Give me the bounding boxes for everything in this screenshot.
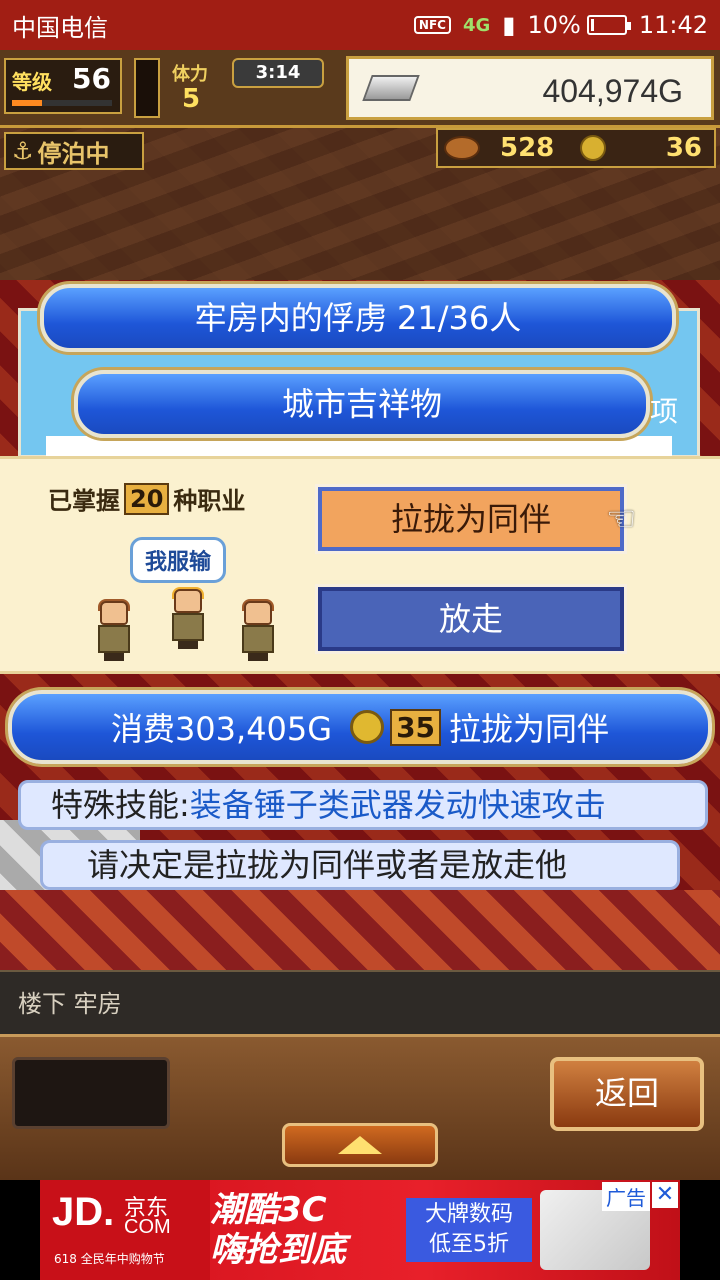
game-screen: 中国电信 NFC 4G ▮ 10% 11:42 等级 56 体力 5 3:14 …: [0, 0, 720, 1280]
location-bar: 楼下 牢房: [0, 970, 720, 1034]
top-hud: 等级 56 体力 5 3:14 404,974G: [0, 50, 720, 128]
jobs-suffix: 种职业: [173, 487, 246, 515]
money-box: 404,974G: [346, 56, 714, 120]
mascot-title: 城市吉祥物: [74, 370, 650, 438]
jd-logo-text: JD.: [52, 1190, 115, 1234]
cost-action-text: 拉拢为同伴: [449, 710, 610, 748]
release-button[interactable]: 放走: [315, 584, 627, 654]
empty-slot: [12, 1057, 170, 1129]
skill-label: 特殊技能:: [51, 786, 190, 824]
skill-value: 装备锤子类武器发动快速攻击: [189, 786, 606, 824]
experience-bar: [12, 100, 112, 106]
ad-slogan: 潮酷3C 嗨抢到底: [210, 1190, 390, 1270]
jobs-prefix: 已掌握: [48, 487, 120, 515]
stamina-value: 5: [182, 84, 201, 114]
ad-close-icon[interactable]: ✕: [652, 1182, 678, 1208]
experience-bar-fill: [12, 100, 42, 106]
ad-slogan-line-2: 嗨抢到底: [210, 1230, 346, 1270]
jd-logo: JD. 京东 COM 618 全民年中购物节: [40, 1180, 210, 1280]
bottom-panel: 返回: [0, 1034, 720, 1180]
docked-status: ⚓ 停泊中: [4, 132, 144, 170]
anchor-icon: ⚓: [12, 137, 34, 165]
panel-edge-text: 项: [650, 395, 679, 428]
food-count: 528: [500, 133, 555, 163]
battery-percent: 10%: [527, 11, 581, 39]
back-button[interactable]: 返回: [550, 1057, 704, 1131]
prison-title: 牢房内的俘虏 21/36人: [40, 284, 676, 352]
docked-label: 停泊中: [37, 139, 110, 168]
ad-tag: 广告: [602, 1182, 650, 1211]
network-indicator: 4G: [462, 14, 491, 36]
jd-logo-sub: 618 全民年中购物节: [54, 1252, 165, 1266]
pointing-hand-icon: ☜: [606, 499, 637, 539]
decision-prompt: 请决定是拉拢为同伴或者是放走他: [40, 840, 680, 890]
clock: 11:42: [638, 11, 708, 39]
stamina-label: 体力: [172, 64, 208, 85]
jobs-mastered: 已掌握 20 种职业: [48, 481, 245, 516]
cost-text: 消费303,405G: [110, 710, 333, 748]
ad-badge-line-2: 低至5折: [429, 1232, 509, 1257]
battery-icon: [586, 15, 631, 35]
decision-dialog: 已掌握 20 种职业 我服输 拉拢为同伴 ☜ 放走: [0, 456, 720, 674]
prisoner-sprite: [166, 587, 210, 649]
carrier-name: 中国电信: [12, 13, 108, 42]
speech-bubble: 我服输: [130, 537, 227, 583]
coin-cost: 35: [390, 708, 442, 746]
battery-level-fill: [590, 19, 594, 31]
stamina-timer: 3:14: [232, 58, 324, 88]
stamina-meter: [134, 58, 160, 118]
scroll-up-button[interactable]: [282, 1123, 438, 1167]
recruit-button[interactable]: 拉拢为同伴: [315, 484, 627, 554]
money-value: 404,974G: [542, 73, 683, 109]
ad-banner[interactable]: JD. 京东 COM 618 全民年中购物节 潮酷3C 嗨抢到底 大牌数码 低至…: [40, 1180, 680, 1280]
special-skill-line: 特殊技能:装备锤子类武器发动快速攻击: [18, 780, 708, 830]
signal-icon: ▮: [502, 11, 516, 39]
cabin-floor: [0, 890, 720, 970]
up-arrow-icon: [338, 1136, 382, 1154]
level-value: 56: [72, 62, 111, 95]
ad-badge: 大牌数码 低至5折: [406, 1198, 532, 1262]
medal-coin-icon: [350, 710, 385, 744]
level-box: 等级 56: [4, 58, 122, 114]
silver-bar-icon: [362, 75, 420, 101]
status-bar: 中国电信 NFC 4G ▮ 10% 11:42: [0, 0, 720, 50]
food-icon: [444, 136, 480, 160]
nfc-icon: NFC: [413, 16, 451, 34]
cost-bar: 消费303,405G 35 拉拢为同伴: [8, 690, 712, 764]
resources-bar: 528 36: [436, 128, 716, 168]
jd-logo-com: COM: [124, 1216, 171, 1238]
medal-coin-count: 36: [665, 133, 702, 163]
guard-left-sprite: [92, 599, 136, 661]
guard-right-sprite: [236, 599, 280, 661]
ad-badge-line-1: 大牌数码: [424, 1202, 513, 1227]
ad-slogan-line-1: 潮酷3C: [210, 1190, 327, 1230]
medal-coin-icon: [580, 135, 607, 161]
level-label: 等级: [12, 70, 52, 94]
jobs-count: 20: [124, 482, 170, 515]
